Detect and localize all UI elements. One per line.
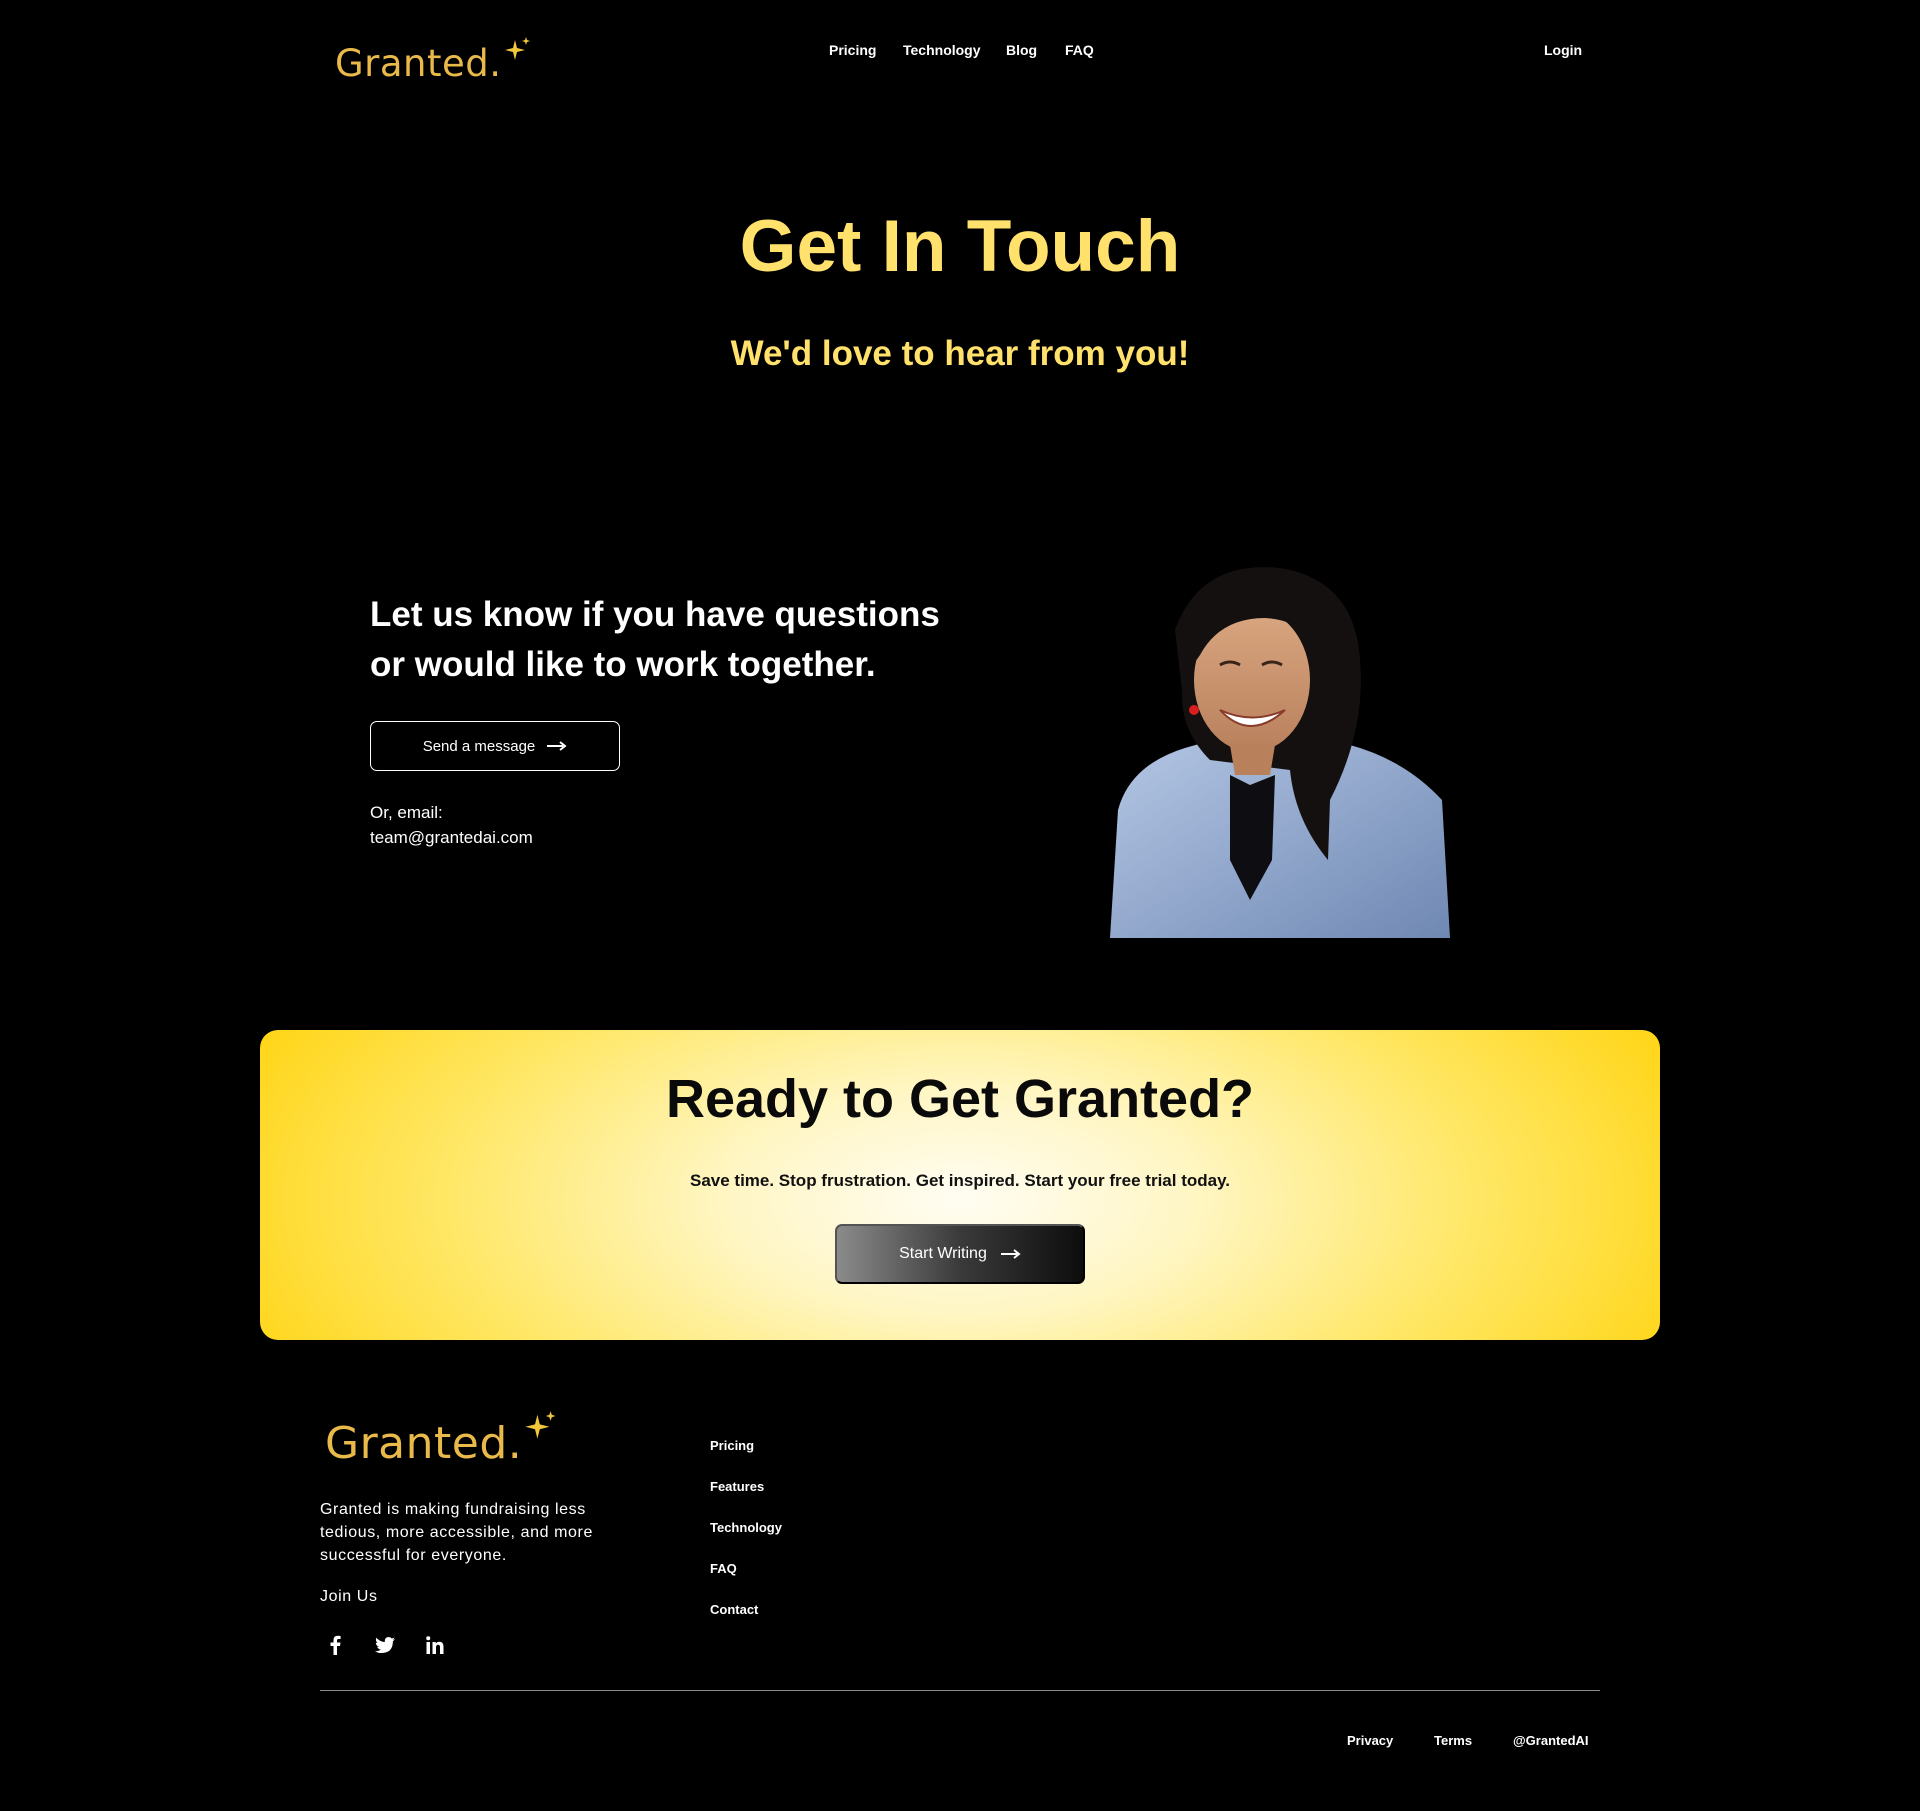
cta-banner: Ready to Get Granted? Save time. Stop fr… bbox=[260, 1030, 1660, 1340]
nav-item-faq[interactable]: FAQ bbox=[1065, 42, 1094, 58]
nav-item-blog[interactable]: Blog bbox=[1006, 42, 1037, 58]
footer-logo[interactable]: Granted. bbox=[325, 1410, 558, 1466]
portrait-photo bbox=[1110, 567, 1450, 938]
login-link[interactable]: Login bbox=[1544, 42, 1582, 58]
page-subtitle: We'd love to hear from you! bbox=[730, 334, 1190, 373]
footer-logo-dot: . bbox=[507, 1418, 523, 1469]
twitter-handle-link[interactable]: @GrantedAI bbox=[1513, 1733, 1589, 1748]
privacy-link[interactable]: Privacy bbox=[1347, 1733, 1393, 1748]
footer-link-features[interactable]: Features bbox=[710, 1479, 764, 1494]
cta-title: Ready to Get Granted? bbox=[665, 1069, 1255, 1129]
footer-divider bbox=[320, 1690, 1600, 1691]
arrow-right-icon bbox=[547, 741, 567, 751]
page-title: Get In Touch bbox=[739, 206, 1181, 287]
twitter-icon[interactable] bbox=[373, 1633, 397, 1657]
join-us-label: Join Us bbox=[320, 1588, 378, 1605]
email-label: Or, email: bbox=[370, 803, 443, 822]
nav-item-technology[interactable]: Technology bbox=[903, 42, 981, 58]
send-message-button[interactable]: Send a message bbox=[370, 721, 620, 771]
contact-heading-line-1: Let us know if you have questions bbox=[370, 595, 940, 634]
sparkle-icon bbox=[525, 1411, 556, 1439]
footer-link-faq[interactable]: FAQ bbox=[710, 1561, 737, 1576]
email-link[interactable]: team@grantedai.com bbox=[370, 828, 533, 848]
terms-link[interactable]: Terms bbox=[1434, 1733, 1472, 1748]
footer-link-technology[interactable]: Technology bbox=[710, 1520, 782, 1535]
contact-heading-line-2: or would like to work together. bbox=[370, 645, 876, 684]
start-writing-label: Start Writing bbox=[899, 1245, 987, 1262]
footer-link-pricing[interactable]: Pricing bbox=[710, 1438, 754, 1453]
arrow-right-icon bbox=[1000, 1249, 1021, 1259]
main-nav: Pricing Technology Blog FAQ Login bbox=[0, 42, 1920, 62]
footer-description: Granted is making fundraising less tedio… bbox=[320, 1501, 593, 1564]
cta-subtitle: Save time. Stop frustration. Get inspire… bbox=[689, 1171, 1231, 1190]
send-message-label: Send a message bbox=[422, 737, 536, 755]
contact-heading: Let us know if you have questions or wou… bbox=[370, 590, 990, 690]
linkedin-icon[interactable] bbox=[423, 1633, 447, 1657]
facebook-icon[interactable] bbox=[323, 1633, 347, 1657]
start-writing-button[interactable]: Start Writing bbox=[835, 1224, 1085, 1284]
footer-logo-wordmark: Granted bbox=[325, 1418, 508, 1469]
nav-item-pricing[interactable]: Pricing bbox=[829, 42, 876, 58]
footer-link-contact[interactable]: Contact bbox=[710, 1602, 758, 1617]
